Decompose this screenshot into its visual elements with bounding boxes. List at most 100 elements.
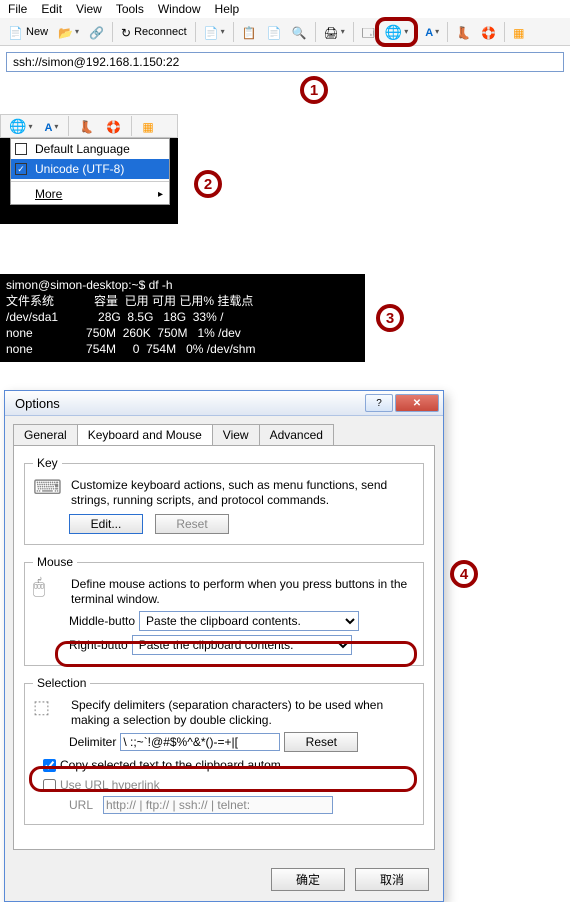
encoding-item-utf8[interactable]: ✓ Unicode (UTF-8) [11,159,169,179]
encoding-label: Default Language [35,142,130,156]
tab-view[interactable]: View [212,424,260,445]
encoding-button[interactable] [381,23,412,41]
enc-boot[interactable] [75,117,98,135]
term-row: none 750M 260K 750M 1% /dev [6,326,241,340]
dialog-footer: 确定 取消 [5,858,443,901]
right-label: Right-butto [69,638,128,652]
badge-1: 1 [300,76,328,104]
ok-button[interactable]: 确定 [271,868,345,891]
edit-button[interactable]: Edit... [69,514,143,534]
tab-advanced[interactable]: Advanced [259,424,334,445]
print-icon [324,25,339,39]
hyperlink-checkbox[interactable] [43,779,56,792]
titlebar: Options ? ✕ [5,391,443,416]
tool-sq[interactable] [509,23,528,41]
separator [131,116,132,136]
selection-legend: Selection [33,676,90,690]
boot-icon [79,119,94,133]
menu-tools[interactable]: Tools [116,2,144,16]
selection-fieldset: Selection Specify delimiters (separation… [24,676,424,825]
close-button[interactable]: ✕ [395,394,439,412]
tool-a[interactable] [200,23,229,41]
key-text: Customize keyboard actions, such as menu… [71,478,415,508]
tool-search[interactable] [288,23,311,41]
paste2-icon [267,25,282,39]
tool-box[interactable] [358,23,379,41]
enc-font[interactable] [40,117,62,136]
term-row: /dev/sda1 28G 8.5G 18G 33% / [6,310,223,324]
address-input[interactable] [6,52,564,72]
enc-globe[interactable] [5,117,36,135]
encoding-item-default[interactable]: Default Language [11,139,169,159]
reconnect-label: Reconnect [134,26,187,38]
separator [447,22,448,42]
separator [353,22,354,42]
checkbox-unchecked [15,143,27,155]
link-icon [89,25,104,39]
menubar: File Edit View Tools Window Help [0,0,570,18]
paste-icon [204,25,219,39]
dialog-title: Options [15,396,60,411]
delimiter-reset-button[interactable]: Reset [284,732,358,752]
help-button[interactable]: ? [365,394,393,412]
tool-life[interactable] [477,23,500,41]
badge-3: 3 [376,304,404,332]
box-icon [362,25,375,39]
menu-window[interactable]: Window [158,2,201,16]
enc-life[interactable] [102,117,125,135]
key-fieldset: Key Customize keyboard actions, such as … [24,456,424,545]
menu-view[interactable]: View [76,2,102,16]
cancel-button[interactable]: 取消 [355,868,429,891]
menu-edit[interactable]: Edit [41,2,62,16]
squares-icon [142,119,153,133]
badge-2: 2 [194,170,222,198]
open-button[interactable] [54,23,83,41]
reconnect-button[interactable]: Reconnect [117,23,191,41]
badge-4: 4 [450,560,478,588]
tool-copy[interactable] [238,23,261,41]
menu-file[interactable]: File [8,2,27,16]
delimiter-label: Delimiter [69,735,116,749]
globe-icon [385,25,402,39]
tool-print[interactable] [320,23,349,41]
terminal-output: simon@simon-desktop:~$ df -h 文件系统 容量 已用 … [0,274,365,362]
address-bar: 1 [0,46,570,74]
encoding-more[interactable]: More [11,181,169,204]
copy-label: Copy selected text to the clipboard auto… [60,758,281,772]
life-icon [481,25,496,39]
term-row: none 754M 0 754M 0% /dev/shm [6,342,255,356]
mouse-icon [33,580,45,596]
new-button[interactable]: New [4,23,52,41]
tool-font[interactable] [421,22,443,41]
options-dialog: Options ? ✕ General Keyboard and Mouse V… [4,390,444,902]
enc-sq[interactable] [138,117,157,135]
mouse-fieldset: Mouse Define mouse actions to perform wh… [24,555,424,666]
tab-general[interactable]: General [13,424,78,445]
checkbox-checked: ✓ [15,163,27,175]
separator [315,22,316,42]
encoding-menu: Default Language ✓ Unicode (UTF-8) More [10,138,170,205]
globe-icon [9,119,26,133]
right-combo[interactable]: Paste the clipboard contents. [132,635,352,655]
tool-paste2[interactable] [263,23,286,41]
new-label: New [26,26,48,38]
main-toolbar: New Reconnect [0,18,570,46]
squares-icon [513,25,524,39]
delimiter-input[interactable] [120,733,280,751]
separator [68,116,69,136]
encoding-label: Unicode (UTF-8) [35,162,124,176]
mouse-legend: Mouse [33,555,77,569]
encoding-panel: Default Language ✓ Unicode (UTF-8) More [0,114,178,224]
selection-icon [33,700,50,716]
separator [195,22,196,42]
link-button[interactable] [85,23,108,41]
middle-combo[interactable]: Paste the clipboard contents. [139,611,359,631]
tab-keyboard-mouse[interactable]: Keyboard and Mouse [77,424,213,445]
copy-checkbox[interactable] [43,759,56,772]
separator [504,22,505,42]
term-header: 文件系统 容量 已用 可用 已用% 挂载点 [6,294,253,308]
separator [233,22,234,42]
menu-help[interactable]: Help [215,2,240,16]
tool-boot[interactable] [452,23,475,41]
reset-button[interactable]: Reset [155,514,229,534]
